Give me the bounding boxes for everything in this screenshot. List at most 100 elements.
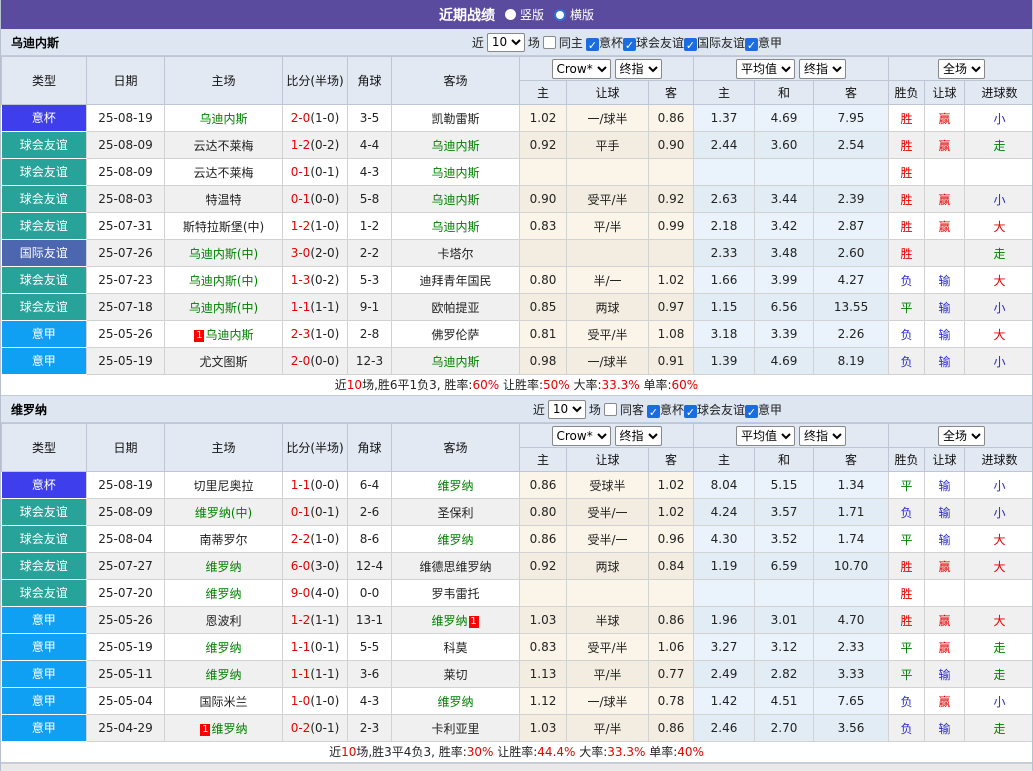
fulltime-score[interactable]: 0-1 (291, 505, 311, 519)
team-name[interactable]: 乌迪内斯(中) (189, 274, 258, 288)
team-name[interactable]: 维罗纳 (205, 668, 241, 682)
score-cell[interactable]: 2-0(1-0) (283, 105, 348, 132)
team-name[interactable]: 斯特拉斯堡(中) (183, 220, 264, 234)
team-name[interactable]: 云达不莱梅 (193, 166, 253, 180)
team-name[interactable]: 卡塔尔 (437, 247, 473, 261)
score-cell[interactable]: 9-0(4-0) (283, 580, 348, 607)
league-checkbox[interactable] (745, 405, 758, 418)
score-cell[interactable]: 1-1(1-1) (283, 294, 348, 321)
odds-provider-select[interactable]: Crow* (552, 426, 611, 446)
score-cell[interactable]: 1-1(0-0) (283, 472, 348, 499)
team-name[interactable]: 科莫 (443, 641, 467, 655)
team-name[interactable]: 南蒂罗尔 (199, 533, 247, 547)
odds-provider-select[interactable]: Crow* (552, 59, 611, 79)
team-name[interactable]: 恩波利 (205, 614, 241, 628)
same-venue-checkbox[interactable] (543, 36, 556, 49)
recent-count-select[interactable]: 10 (548, 400, 586, 419)
team-name[interactable]: 维罗纳(中) (195, 506, 252, 520)
score-cell[interactable]: 6-0(3-0) (283, 553, 348, 580)
average-odds-select[interactable]: 平均值 (736, 59, 795, 79)
team-name[interactable]: 维德思维罗纳 (419, 560, 491, 574)
score-cell[interactable]: 1-1(0-1) (283, 634, 348, 661)
score-cell[interactable]: 1-2(0-2) (283, 132, 348, 159)
recent-count-select[interactable]: 10 (487, 33, 525, 52)
team-name[interactable]: 乌迪内斯 (431, 166, 479, 180)
team-name[interactable]: 乌迪内斯 (431, 139, 479, 153)
fulltime-score[interactable]: 1-0 (291, 694, 311, 708)
fulltime-score[interactable]: 1-2 (291, 613, 311, 627)
team-name[interactable]: 欧帕提亚 (431, 301, 479, 315)
team-name[interactable]: 维罗纳 (211, 722, 247, 736)
fulltime-score[interactable]: 1-2 (291, 219, 311, 233)
team-name[interactable]: 维罗纳 (437, 695, 473, 709)
odds-stage-select[interactable]: 终指 (615, 426, 662, 446)
fulltime-score[interactable]: 1-2 (291, 138, 311, 152)
team-name[interactable]: 切里尼奥拉 (193, 479, 253, 493)
team-name[interactable]: 维罗纳 (437, 533, 473, 547)
scope-select[interactable]: 全场 (938, 59, 985, 79)
same-venue-checkbox[interactable] (604, 403, 617, 416)
radio-selected-icon[interactable] (505, 9, 516, 20)
team-name[interactable]: 乌迪内斯 (431, 220, 479, 234)
score-cell[interactable]: 1-3(0-2) (283, 267, 348, 294)
score-cell[interactable]: 0-1(0-1) (283, 159, 348, 186)
league-checkbox[interactable] (745, 38, 758, 51)
fulltime-score[interactable]: 6-0 (291, 559, 311, 573)
score-cell[interactable]: 2-2(1-0) (283, 526, 348, 553)
team-name[interactable]: 维罗纳 (437, 479, 473, 493)
fulltime-score[interactable]: 0-1 (291, 165, 311, 179)
team-name[interactable]: 乌迪内斯 (199, 112, 247, 126)
fulltime-score[interactable]: 1-1 (291, 478, 311, 492)
team-name[interactable]: 凯勒雷斯 (431, 112, 479, 126)
fulltime-score[interactable]: 3-0 (291, 246, 311, 260)
team-name[interactable]: 尤文图斯 (199, 355, 247, 369)
team-name[interactable]: 迪拜青年国民 (419, 274, 491, 288)
score-cell[interactable]: 3-0(2-0) (283, 240, 348, 267)
average-stage-select[interactable]: 终指 (799, 59, 846, 79)
score-cell[interactable]: 0-2(0-1) (283, 715, 348, 742)
team-name[interactable]: 佛罗伦萨 (431, 328, 479, 342)
team-name[interactable]: 乌迪内斯(中) (189, 301, 258, 315)
fulltime-score[interactable]: 1-3 (291, 273, 311, 287)
team-name[interactable]: 卡利亚里 (431, 722, 479, 736)
score-cell[interactable]: 0-1(0-1) (283, 499, 348, 526)
score-cell[interactable]: 1-2(1-1) (283, 607, 348, 634)
league-checkbox[interactable] (647, 405, 660, 418)
team-name[interactable]: 特温特 (205, 193, 241, 207)
fulltime-score[interactable]: 1-1 (291, 667, 311, 681)
score-cell[interactable]: 1-1(1-1) (283, 661, 348, 688)
fulltime-score[interactable]: 1-1 (291, 640, 311, 654)
average-stage-select[interactable]: 终指 (799, 426, 846, 446)
score-cell[interactable]: 2-3(1-0) (283, 321, 348, 348)
radio-unselected-icon[interactable] (554, 9, 566, 21)
fulltime-score[interactable]: 2-3 (291, 327, 311, 341)
team-name[interactable]: 云达不莱梅 (193, 139, 253, 153)
layout-horizontal-radio[interactable]: 横版 (554, 6, 594, 23)
team-name[interactable]: 维罗纳 (205, 560, 241, 574)
team-name[interactable]: 圣保利 (437, 506, 473, 520)
league-checkbox[interactable] (684, 405, 697, 418)
layout-vertical-radio[interactable]: 竖版 (505, 6, 544, 23)
team-name[interactable]: 维罗纳 (205, 641, 241, 655)
league-checkbox[interactable] (623, 38, 636, 51)
score-cell[interactable]: 1-2(1-0) (283, 213, 348, 240)
score-cell[interactable]: 0-1(0-0) (283, 186, 348, 213)
fulltime-score[interactable]: 2-0 (291, 111, 311, 125)
score-cell[interactable]: 2-0(0-0) (283, 348, 348, 375)
team-name[interactable]: 莱切 (443, 668, 467, 682)
fulltime-score[interactable]: 2-0 (291, 354, 311, 368)
odds-stage-select[interactable]: 终指 (615, 59, 662, 79)
fulltime-score[interactable]: 0-1 (291, 192, 311, 206)
team-name[interactable]: 乌迪内斯 (205, 328, 253, 342)
team-name[interactable]: 乌迪内斯(中) (189, 247, 258, 261)
fulltime-score[interactable]: 1-1 (291, 300, 311, 314)
average-odds-select[interactable]: 平均值 (736, 426, 795, 446)
team-name[interactable]: 维罗纳 (205, 587, 241, 601)
radio-horizontal-label[interactable]: 横版 (570, 6, 594, 23)
team-name[interactable]: 乌迪内斯 (431, 355, 479, 369)
fulltime-score[interactable]: 2-2 (291, 532, 311, 546)
team-name[interactable]: 乌迪内斯 (431, 193, 479, 207)
score-cell[interactable]: 1-0(1-0) (283, 688, 348, 715)
scope-select[interactable]: 全场 (938, 426, 985, 446)
league-checkbox[interactable] (586, 38, 599, 51)
